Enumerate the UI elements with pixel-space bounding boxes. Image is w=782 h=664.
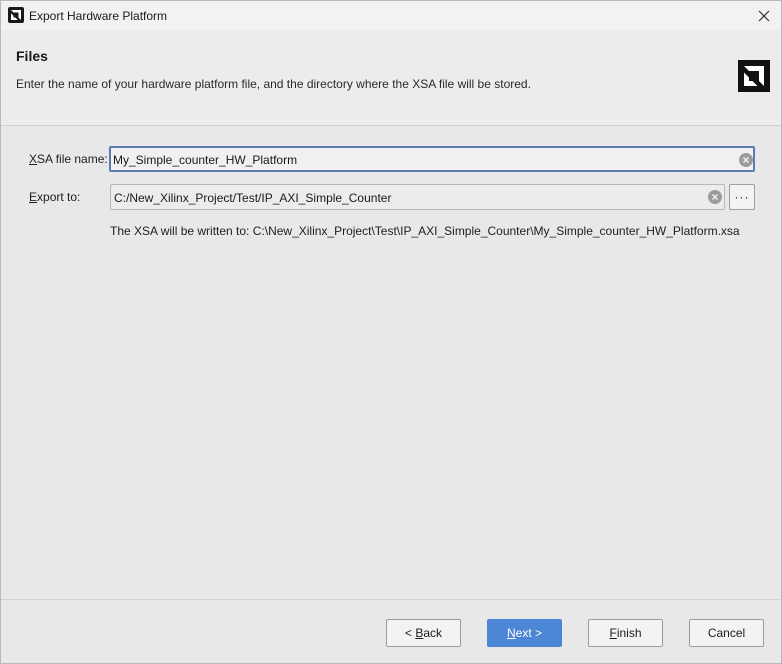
export-to-label: Export to: [29, 190, 81, 204]
amd-logo-icon [738, 60, 770, 92]
clear-icon[interactable] [708, 190, 722, 204]
cancel-button[interactable]: Cancel [689, 619, 764, 647]
close-icon [758, 10, 770, 22]
title-bar: Export Hardware Platform [1, 1, 781, 30]
next-button[interactable]: Next > [487, 619, 562, 647]
amd-logo-icon [8, 7, 24, 23]
xsa-file-name-value: My_Simple_counter_HW_Platform [113, 153, 298, 167]
ellipsis-icon: ··· [734, 190, 750, 204]
finish-button[interactable]: Finish [588, 619, 663, 647]
xsa-file-name-input[interactable]: My_Simple_counter_HW_Platform [109, 146, 755, 172]
export-hardware-platform-dialog: Export Hardware Platform Files Enter the… [0, 0, 782, 664]
page-title: Files [16, 48, 48, 64]
close-button[interactable] [753, 5, 775, 27]
xsa-output-path-text: The XSA will be written to: C:\New_Xilin… [110, 224, 740, 238]
export-to-input[interactable]: C:/New_Xilinx_Project/Test/IP_AXI_Simple… [110, 184, 725, 210]
back-button[interactable]: < Back [386, 619, 461, 647]
wizard-header: Files Enter the name of your hardware pl… [1, 30, 781, 126]
xsa-file-name-label: XSA file name: [29, 152, 108, 166]
clear-icon[interactable] [739, 153, 753, 167]
browse-button[interactable]: ··· [729, 184, 755, 210]
export-to-value: C:/New_Xilinx_Project/Test/IP_AXI_Simple… [114, 191, 392, 205]
window-title: Export Hardware Platform [29, 9, 168, 23]
page-description: Enter the name of your hardware platform… [16, 77, 531, 91]
